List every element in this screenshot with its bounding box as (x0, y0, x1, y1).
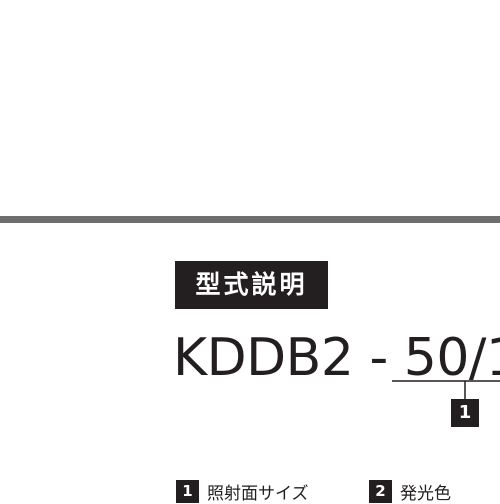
section-title: 型式説明 (175, 261, 328, 309)
spec-item-illumination-size: 1 照射面サイズ (176, 478, 309, 504)
section-divider (0, 216, 500, 223)
spec-number-badge: 2 (369, 479, 392, 503)
spec-item-light-color: 2 発光色 (369, 478, 451, 504)
spec-number-badge: 1 (176, 479, 199, 503)
model-code-prefix: KDDB2 - (173, 328, 404, 388)
size-code-bracket (392, 380, 500, 400)
size-code-badge: 1 (451, 399, 479, 427)
